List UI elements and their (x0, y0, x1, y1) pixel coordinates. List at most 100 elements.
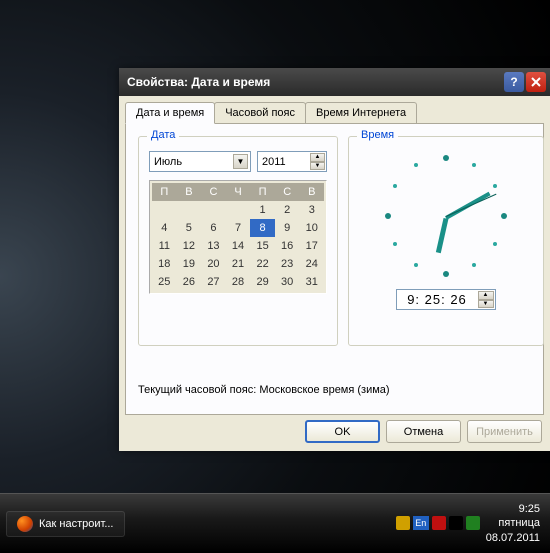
tray-clock[interactable]: 9:25 пятница 08.07.2011 (486, 502, 544, 545)
firefox-icon (17, 516, 33, 532)
timezone-label: Текущий часовой пояс: Московское время (… (138, 384, 390, 396)
clock-tick (472, 163, 476, 167)
calendar-day-cell[interactable]: 23 (275, 255, 300, 273)
chevron-down-icon: ▼ (233, 154, 248, 169)
clock-tick (393, 242, 397, 246)
calendar-empty-cell (226, 201, 251, 219)
clock-tick (443, 155, 449, 161)
calendar-day-cell[interactable]: 22 (250, 255, 275, 273)
calendar-day-cell[interactable]: 31 (299, 273, 324, 291)
date-groupbox: Дата Июль ▼ 2011 ▲ ▼ ПВСЧПСВ 12345678910… (138, 136, 338, 346)
calendar-empty-cell (201, 201, 226, 219)
tray-network-icon[interactable] (466, 516, 480, 530)
clock-sec-hand (446, 194, 497, 217)
tab-internet-time[interactable]: Время Интернета (305, 102, 417, 123)
tray-weekday: пятница (486, 516, 540, 530)
calendar-weekday-header: П (250, 183, 275, 201)
time-value: 9: 25: 26 (407, 292, 467, 307)
system-tray: En 9:25 пятница 08.07.2011 (396, 502, 544, 545)
apply-button[interactable]: Применить (467, 420, 542, 443)
year-value: 2011 (262, 156, 286, 168)
date-legend: Дата (147, 129, 179, 141)
taskbar-app-label: Как настроит... (39, 518, 114, 530)
calendar-day-cell[interactable]: 28 (226, 273, 251, 291)
analog-clock (371, 151, 521, 281)
calendar-day-cell[interactable]: 15 (250, 237, 275, 255)
calendar-weekday-header: В (299, 183, 324, 201)
calendar-weekday-header: Ч (226, 183, 251, 201)
calendar-day-cell[interactable]: 25 (152, 273, 177, 291)
time-legend: Время (357, 129, 398, 141)
calendar-day-cell[interactable]: 12 (177, 237, 202, 255)
tabstrip: Дата и время Часовой пояс Время Интернет… (119, 96, 550, 123)
tray-security-icon[interactable] (432, 516, 446, 530)
calendar-day-cell[interactable]: 3 (299, 201, 324, 219)
calendar-day-cell[interactable]: 10 (299, 219, 324, 237)
calendar-day-cell[interactable]: 19 (177, 255, 202, 273)
taskbar: Как настроит... En 9:25 пятница 08.07.20… (0, 493, 550, 553)
close-button[interactable] (526, 72, 546, 92)
clock-tick (393, 184, 397, 188)
calendar: ПВСЧПСВ 12345678910111213141516171819202… (149, 180, 327, 294)
tab-page: Дата Июль ▼ 2011 ▲ ▼ ПВСЧПСВ 12345678910… (125, 123, 544, 415)
calendar-day-cell[interactable]: 20 (201, 255, 226, 273)
clock-hour-hand (436, 218, 449, 253)
calendar-day-cell[interactable]: 21 (226, 255, 251, 273)
calendar-day-cell[interactable]: 5 (177, 219, 202, 237)
calendar-day-cell[interactable]: 4 (152, 219, 177, 237)
clock-tick (493, 242, 497, 246)
dialog-title: Свойства: Дата и время (127, 75, 504, 89)
calendar-day-cell[interactable]: 13 (201, 237, 226, 255)
year-up-button[interactable]: ▲ (310, 153, 325, 162)
titlebar[interactable]: Свойства: Дата и время ? (119, 68, 550, 96)
tab-timezone[interactable]: Часовой пояс (214, 102, 306, 123)
time-input[interactable]: 9: 25: 26 ▲ ▼ (396, 289, 496, 310)
clock-tick (501, 213, 507, 219)
month-select[interactable]: Июль ▼ (149, 151, 251, 172)
dialog-button-row: OK Отмена Применить (305, 420, 542, 443)
tray-time: 9:25 (486, 502, 540, 516)
calendar-weekday-header: С (201, 183, 226, 201)
clock-tick (443, 271, 449, 277)
calendar-day-cell[interactable]: 18 (152, 255, 177, 273)
clock-tick (414, 263, 418, 267)
calendar-day-cell[interactable]: 26 (177, 273, 202, 291)
clock-tick (414, 163, 418, 167)
year-spinner[interactable]: 2011 ▲ ▼ (257, 151, 327, 172)
calendar-day-cell[interactable]: 27 (201, 273, 226, 291)
calendar-day-cell[interactable]: 17 (299, 237, 324, 255)
calendar-weekday-header: В (177, 183, 202, 201)
calendar-day-cell[interactable]: 30 (275, 273, 300, 291)
calendar-day-cell[interactable]: 8 (250, 219, 275, 237)
tray-volume-icon[interactable] (449, 516, 463, 530)
calendar-weekday-header: П (152, 183, 177, 201)
tray-date: 08.07.2011 (486, 531, 540, 545)
calendar-day-cell[interactable]: 29 (250, 273, 275, 291)
calendar-day-cell[interactable]: 2 (275, 201, 300, 219)
clock-tick (385, 213, 391, 219)
help-button[interactable]: ? (504, 72, 524, 92)
ok-button[interactable]: OK (305, 420, 380, 443)
tray-shield-icon[interactable] (396, 516, 410, 530)
clock-tick (493, 184, 497, 188)
tab-date-time[interactable]: Дата и время (125, 102, 215, 124)
calendar-day-cell[interactable]: 7 (226, 219, 251, 237)
year-down-button[interactable]: ▼ (310, 162, 325, 171)
time-up-button[interactable]: ▲ (478, 291, 494, 300)
cancel-button[interactable]: Отмена (386, 420, 461, 443)
taskbar-app-button[interactable]: Как настроит... (6, 511, 125, 537)
calendar-day-cell[interactable]: 11 (152, 237, 177, 255)
calendar-day-cell[interactable]: 9 (275, 219, 300, 237)
calendar-day-cell[interactable]: 16 (275, 237, 300, 255)
calendar-weekday-header: С (275, 183, 300, 201)
calendar-day-cell[interactable]: 14 (226, 237, 251, 255)
time-groupbox: Время 9: 25: 26 ▲ ▼ (348, 136, 544, 346)
clock-tick (472, 263, 476, 267)
calendar-day-cell[interactable]: 6 (201, 219, 226, 237)
month-value: Июль (154, 156, 182, 168)
calendar-day-cell[interactable]: 1 (250, 201, 275, 219)
calendar-day-cell[interactable]: 24 (299, 255, 324, 273)
time-down-button[interactable]: ▼ (478, 300, 494, 309)
datetime-properties-dialog: Свойства: Дата и время ? Дата и время Ча… (119, 68, 550, 451)
language-indicator[interactable]: En (413, 516, 429, 530)
